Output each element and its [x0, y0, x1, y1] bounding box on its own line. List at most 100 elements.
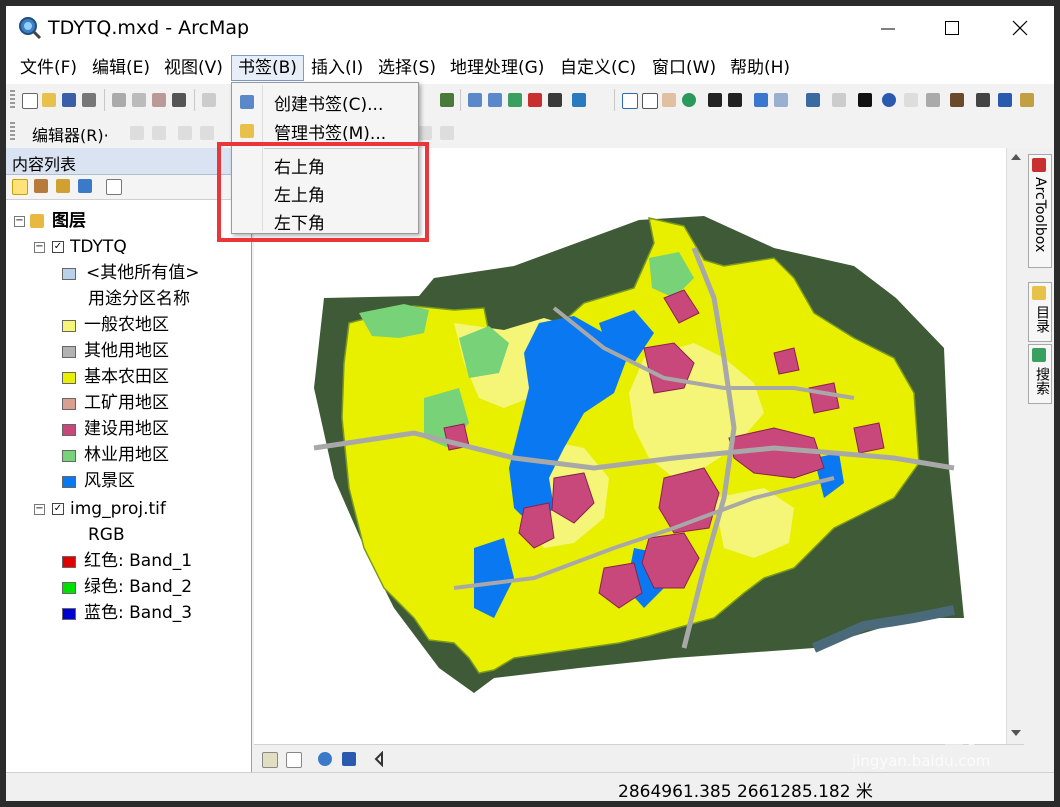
- layers-root-label[interactable]: 图层: [52, 210, 86, 232]
- zoom-in-icon[interactable]: [622, 93, 638, 109]
- collapse-icon[interactable]: −: [34, 504, 45, 515]
- undo-icon[interactable]: [202, 93, 216, 107]
- back-icon[interactable]: [754, 93, 768, 107]
- delete-icon[interactable]: [172, 93, 186, 107]
- layer-visibility-checkbox[interactable]: ✓: [52, 241, 64, 253]
- print-icon[interactable]: [82, 93, 96, 107]
- legend-swatch[interactable]: [62, 450, 76, 462]
- raster-render-label: RGB: [88, 525, 125, 545]
- manage-bookmarks-icon: [240, 124, 254, 138]
- menu-selection[interactable]: 选择(S): [372, 55, 442, 81]
- legend-swatch[interactable]: [62, 398, 76, 410]
- save-icon[interactable]: [62, 93, 76, 107]
- search-window-icon[interactable]: [508, 93, 522, 107]
- pause-drawing-icon[interactable]: [342, 752, 356, 766]
- forward-icon[interactable]: [774, 93, 788, 107]
- edit-tool-icon[interactable]: [130, 126, 144, 140]
- list-by-source-icon[interactable]: [34, 179, 48, 193]
- refresh-icon[interactable]: [318, 752, 332, 766]
- straight-segment-icon[interactable]: [178, 126, 192, 140]
- catalog-tab[interactable]: 目录: [1028, 282, 1052, 342]
- catalog-window-icon[interactable]: [488, 93, 502, 107]
- legend-swatch[interactable]: [62, 268, 76, 280]
- menu-bookmarks[interactable]: 书签(B): [231, 55, 304, 81]
- select-elements-icon[interactable]: [858, 93, 872, 107]
- toolbar-separator: [104, 89, 105, 111]
- endpoint-arc-icon[interactable]: [200, 126, 214, 140]
- sketch-properties-icon[interactable]: [440, 126, 454, 140]
- standard-toolbar: [6, 84, 1054, 191]
- band-swatch[interactable]: [62, 608, 76, 620]
- layer-name-img-proj[interactable]: img_proj.tif: [70, 498, 166, 520]
- minimize-icon: [881, 28, 895, 30]
- list-by-drawing-order-icon[interactable]: [12, 179, 28, 195]
- map-layout-icon[interactable]: [440, 93, 454, 107]
- menu-help[interactable]: 帮助(H): [724, 55, 796, 81]
- layout-view-icon[interactable]: [286, 752, 302, 768]
- find-route-icon[interactable]: [998, 93, 1012, 107]
- menu-window[interactable]: 窗口(W): [646, 55, 722, 81]
- close-button[interactable]: [992, 12, 1048, 44]
- fixed-zoom-out-icon[interactable]: [728, 93, 742, 107]
- toc-options-icon[interactable]: [106, 179, 122, 195]
- minimize-button[interactable]: [860, 12, 916, 44]
- legend-swatch[interactable]: [62, 346, 76, 358]
- list-by-visibility-icon[interactable]: [56, 179, 70, 193]
- python-icon[interactable]: [548, 93, 562, 107]
- hyperlink-icon[interactable]: [904, 93, 918, 107]
- editor-menu-button[interactable]: 编辑器(R)·: [32, 122, 109, 146]
- band-swatch[interactable]: [62, 556, 76, 568]
- open-icon[interactable]: [42, 93, 56, 107]
- find-icon[interactable]: [976, 93, 990, 107]
- measure-icon[interactable]: [950, 93, 964, 107]
- menu-view[interactable]: 视图(V): [158, 55, 229, 81]
- menu-edit[interactable]: 编辑(E): [86, 55, 156, 81]
- copy-icon[interactable]: [132, 93, 146, 107]
- select-features-icon[interactable]: [806, 93, 820, 107]
- layer-visibility-checkbox[interactable]: ✓: [52, 503, 64, 515]
- legend-swatch[interactable]: [62, 372, 76, 384]
- legend-swatch[interactable]: [62, 320, 76, 332]
- toolbar-grip[interactable]: [10, 122, 15, 142]
- search-tab[interactable]: 搜索: [1028, 344, 1052, 404]
- clear-selection-icon[interactable]: [832, 93, 846, 107]
- cut-icon[interactable]: [112, 93, 126, 107]
- toolbar-grip[interactable]: [10, 90, 15, 110]
- toolbar-separator: [194, 89, 195, 111]
- map-vertical-scrollbar[interactable]: [1006, 148, 1025, 744]
- edit-annotation-icon[interactable]: [152, 126, 166, 140]
- new-document-icon[interactable]: [22, 93, 38, 109]
- attributes-icon[interactable]: [418, 126, 432, 140]
- paste-icon[interactable]: [152, 93, 166, 107]
- search-icon: [1032, 348, 1046, 362]
- html-popup-icon[interactable]: [926, 93, 940, 107]
- list-by-selection-icon[interactable]: [78, 179, 92, 193]
- zoom-out-icon[interactable]: [642, 93, 658, 109]
- menu-insert[interactable]: 插入(I): [305, 55, 369, 81]
- pan-icon[interactable]: [662, 93, 676, 107]
- full-extent-icon[interactable]: [682, 93, 696, 107]
- go-to-xy-icon[interactable]: [1020, 93, 1034, 107]
- table-icon[interactable]: [468, 93, 482, 107]
- legend-swatch[interactable]: [62, 424, 76, 436]
- legend-swatch[interactable]: [62, 476, 76, 488]
- fixed-zoom-in-icon[interactable]: [708, 93, 722, 107]
- data-view-icon[interactable]: [262, 752, 278, 768]
- layer-name-tdytq[interactable]: TDYTQ: [70, 236, 127, 258]
- identify-icon[interactable]: [882, 93, 896, 107]
- collapse-icon[interactable]: −: [34, 242, 45, 253]
- band-label: 蓝色: Band_3: [84, 603, 193, 623]
- menu-file[interactable]: 文件(F): [14, 55, 83, 81]
- menu-geoprocessing[interactable]: 地理处理(G): [444, 55, 550, 81]
- collapse-icon[interactable]: −: [14, 216, 25, 227]
- coordinate-readout: 2864961.385 2661285.182 米: [618, 782, 873, 801]
- arctoolbox-tab[interactable]: ArcToolbox: [1028, 154, 1052, 268]
- scroll-left-icon[interactable]: [372, 751, 386, 767]
- maximize-button[interactable]: [924, 12, 980, 44]
- model-builder-icon[interactable]: [572, 93, 586, 107]
- menu-customize[interactable]: 自定义(C): [554, 55, 642, 81]
- band-swatch[interactable]: [62, 582, 76, 594]
- arctoolbox-icon[interactable]: [528, 93, 542, 107]
- create-bookmark-menu-item[interactable]: 创建书签(C)...: [232, 89, 418, 117]
- legend-class-label: 基本农田区: [84, 367, 169, 387]
